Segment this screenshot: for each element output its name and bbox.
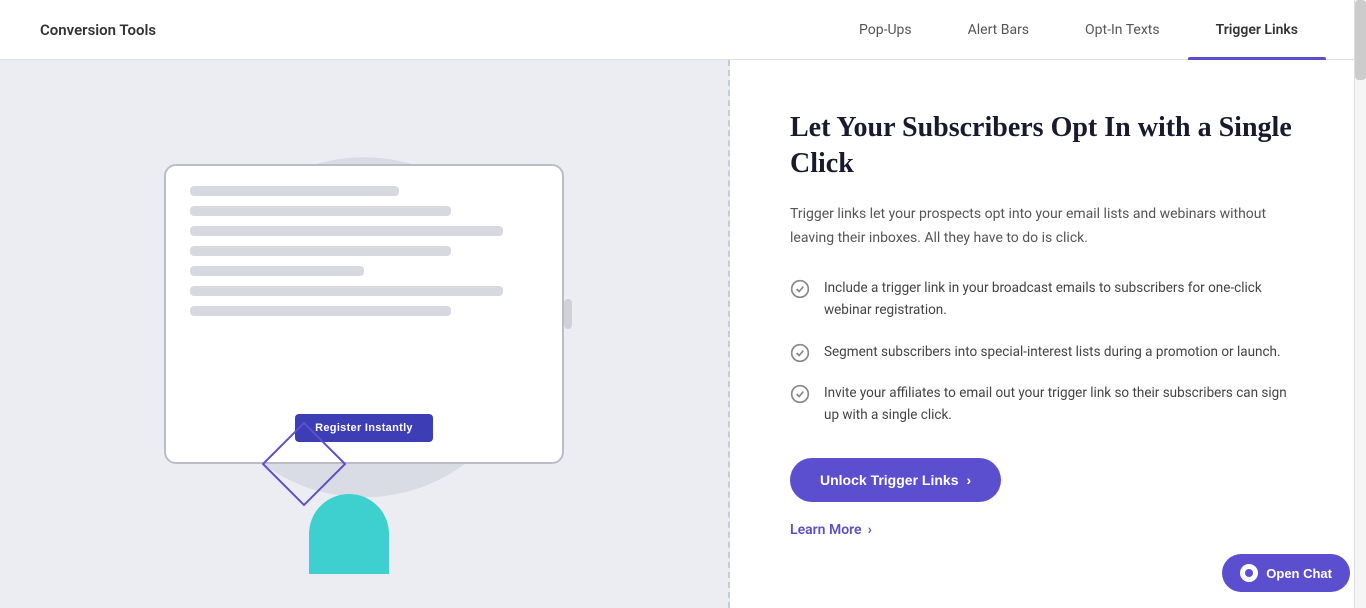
check-icon-2 (790, 343, 810, 363)
nav-item-triggerlinks[interactable]: Trigger Links (1188, 0, 1326, 60)
nav-item-alertbars[interactable]: Alert Bars (940, 0, 1057, 60)
list-item-text-2: Segment subscribers into special-interes… (824, 342, 1281, 364)
illustration-wrap: Register Instantly (114, 94, 614, 574)
feature-list: Include a trigger link in your broadcast… (790, 278, 1304, 426)
main-content: Register Instantly Let Your Subscribers … (0, 60, 1366, 608)
chat-dot-icon (1240, 564, 1258, 582)
content-line-7 (190, 306, 451, 316)
nav-item-popups[interactable]: Pop-Ups (831, 0, 940, 60)
check-icon-3 (790, 384, 810, 404)
list-item-1: Include a trigger link in your broadcast… (790, 278, 1304, 321)
logo: Conversion Tools (40, 21, 156, 39)
unlock-trigger-links-button[interactable]: Unlock Trigger Links › (790, 458, 1001, 502)
page-scrollbar[interactable] (1354, 0, 1366, 608)
open-chat-button[interactable]: Open Chat (1222, 554, 1350, 592)
learn-more-link[interactable]: Learn More › (790, 522, 1304, 538)
check-icon-1 (790, 279, 810, 299)
list-item-3: Invite your affiliates to email out your… (790, 383, 1304, 426)
tablet-content (190, 186, 538, 404)
tablet-side-button (564, 299, 572, 329)
feature-description: Trigger links let your prospects opt int… (790, 203, 1304, 251)
feature-panel: Let Your Subscribers Opt In with a Singl… (730, 60, 1366, 608)
feature-title: Let Your Subscribers Opt In with a Singl… (790, 110, 1304, 183)
list-item-text-3: Invite your affiliates to email out your… (824, 383, 1304, 426)
chevron-right-icon: › (966, 472, 971, 488)
list-item-text-1: Include a trigger link in your broadcast… (824, 278, 1304, 321)
content-line-5 (190, 266, 364, 276)
avatar-shape (309, 494, 389, 574)
main-nav: Pop-Ups Alert Bars Opt-In Texts Trigger … (831, 0, 1326, 59)
scrollbar-thumb[interactable] (1355, 0, 1366, 80)
nav-item-optintexts[interactable]: Opt-In Texts (1057, 0, 1188, 60)
content-line-4 (190, 246, 451, 256)
tablet-device: Register Instantly (164, 164, 564, 464)
list-item-2: Segment subscribers into special-interes… (790, 342, 1304, 364)
content-line-2 (190, 206, 451, 216)
content-line-3 (190, 226, 503, 236)
chevron-right-small-icon: › (868, 522, 872, 538)
content-line-1 (190, 186, 399, 196)
header: Conversion Tools Pop-Ups Alert Bars Opt-… (0, 0, 1366, 60)
content-line-6 (190, 286, 503, 296)
illustration-panel: Register Instantly (0, 60, 730, 608)
